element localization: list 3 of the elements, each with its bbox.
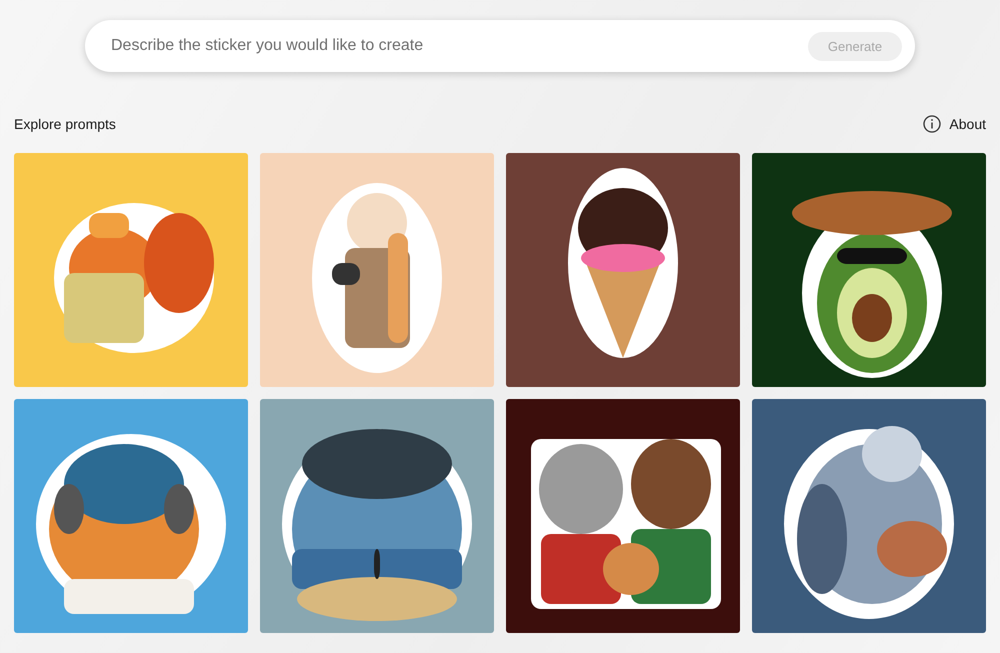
about-link[interactable]: About <box>949 116 986 132</box>
section-title: Explore prompts <box>14 116 116 132</box>
info-icon[interactable] <box>923 115 942 133</box>
